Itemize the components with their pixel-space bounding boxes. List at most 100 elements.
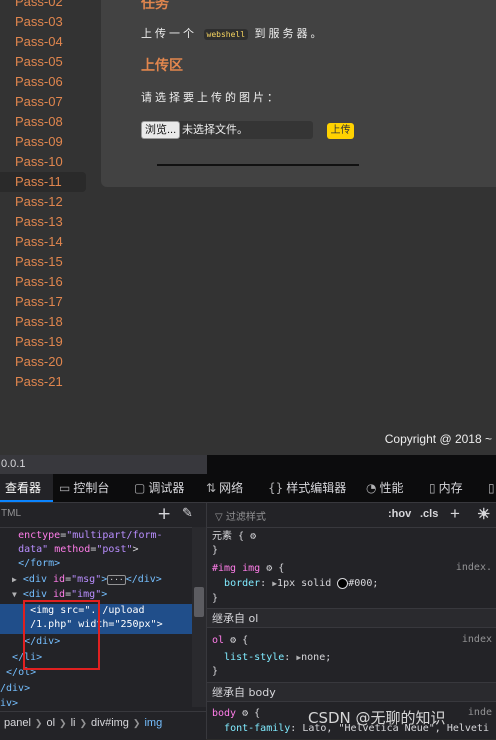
markup-line[interactable]: enctype="multipart/form- <box>0 529 192 543</box>
rules-pane[interactable]: ▽ 过滤样式 :hov .cls + ☀ 元素 { ⚙ } #img img ⚙… <box>207 503 496 739</box>
task-suffix: 到服务器。 <box>254 27 325 40</box>
style-editor-icon: {} <box>268 481 284 495</box>
sidebar-item-pass-04[interactable]: Pass-04 <box>0 32 86 52</box>
rule-selector[interactable]: ol ⚙ { <box>212 634 248 648</box>
sidebar-item-pass-14[interactable]: Pass-14 <box>0 232 86 252</box>
element-rule[interactable]: 元素 { ⚙ <box>212 530 256 544</box>
browse-button[interactable]: 浏览... <box>141 121 181 139</box>
gear-icon: ⚙ <box>266 563 273 574</box>
sidebar-item-pass-05[interactable]: Pass-05 <box>0 52 86 72</box>
tab-style-editor[interactable]: {} 样式编辑器 <box>268 474 346 502</box>
devtools-toolbar: 查看器 ▭ 控制台 ▢ 调试器 ⇅ 网络 {} 样式编辑器 ◔ 性能 ▯ 内存 ▯ <box>0 474 496 503</box>
expand-icon: ▶ <box>12 575 17 584</box>
tab-console[interactable]: ▭ 控制台 <box>59 474 109 502</box>
breadcrumb-item[interactable]: div#img <box>87 712 133 734</box>
task-panel: 任务 上传一个 webshell 到服务器。 上传区 请选择要上传的图片： 浏览… <box>101 0 496 187</box>
file-input[interactable]: 浏览... 未选择文件。 <box>141 121 313 139</box>
scrollbar-thumb[interactable] <box>194 587 204 617</box>
uploaded-image-placeholder <box>157 164 359 166</box>
overflow-icon[interactable]: ▯ <box>488 474 496 502</box>
level-sidebar: Pass-02 Pass-03 Pass-04 Pass-05 Pass-06 Pass-… <box>0 0 86 392</box>
sidebar-item-pass-13[interactable]: Pass-13 <box>0 212 86 232</box>
sidebar-item-pass-12[interactable]: Pass-12 <box>0 192 86 212</box>
tab-network[interactable]: ⇅ 网络 <box>206 474 243 502</box>
sidebar-item-pass-09[interactable]: Pass-09 <box>0 132 86 152</box>
inherited-body-header: 继承自 body <box>207 682 496 702</box>
copyright: Copyright @ 2018 ~ <box>384 432 492 446</box>
sidebar-item-pass-06[interactable]: Pass-06 <box>0 72 86 92</box>
sidebar-item-pass-10[interactable]: Pass-10 <box>0 152 86 172</box>
task-prefix: 上传一个 <box>141 27 197 40</box>
breadcrumb-item[interactable]: ol <box>42 712 59 734</box>
select-prompt: 请选择要上传的图片： <box>141 91 281 104</box>
collapse-icon: ▼ <box>12 590 17 599</box>
upload-button[interactable]: 上传 <box>327 123 354 139</box>
webshell-code: webshell <box>203 28 249 40</box>
breadcrumb-item-selected[interactable]: img <box>140 712 166 734</box>
rule-declaration[interactable]: list-style: ▶none; <box>212 651 331 665</box>
light-theme-icon[interactable]: ☀ <box>477 505 490 523</box>
task-heading: 任务 <box>141 0 169 11</box>
sidebar-item-pass-08[interactable]: Pass-08 <box>0 112 86 132</box>
tab-debugger[interactable]: ▢ 调试器 <box>134 474 184 502</box>
filter-styles-input[interactable]: ▽ 过滤样式 <box>215 508 266 523</box>
sidebar-item-pass-15[interactable]: Pass-15 <box>0 252 86 272</box>
csdn-watermark: CSDN @无聊的知识 <box>308 709 446 727</box>
rule-selector[interactable]: #img img ⚙ { <box>212 562 284 576</box>
tab-label: 调试器 <box>148 481 185 495</box>
tab-label: 性能 <box>379 481 404 495</box>
rule-source-link[interactable]: inde <box>468 707 492 718</box>
ellipsis-icon: ··· <box>107 575 126 585</box>
add-node-icon[interactable]: + <box>157 504 171 524</box>
class-toggle[interactable]: .cls <box>420 508 438 520</box>
tab-label: 网络 <box>219 481 244 495</box>
network-icon: ⇅ <box>206 481 217 495</box>
sidebar-item-pass-17[interactable]: Pass-17 <box>0 292 86 312</box>
tab-label: 查看器 <box>5 481 42 495</box>
gear-icon: ⚙ <box>242 708 249 719</box>
tab-label: 控制台 <box>73 481 110 495</box>
markup-line-msg[interactable]: ▶ <div id="msg"> ··· </div> <box>0 573 192 587</box>
breadcrumb-item[interactable]: li <box>67 712 80 734</box>
rule-selector[interactable]: body ⚙ { <box>212 707 260 721</box>
eyedropper-icon[interactable]: ✎ <box>182 506 193 521</box>
markup-search-input[interactable]: TML <box>1 508 21 519</box>
sidebar-item-pass-20[interactable]: Pass-20 <box>0 352 86 372</box>
rule-source-link[interactable]: index. <box>456 562 492 573</box>
rule-source-link[interactable]: index <box>462 634 492 645</box>
tab-label: 内存 <box>438 481 463 495</box>
breadcrumb-item[interactable]: panel <box>0 712 35 734</box>
tab-performance[interactable]: ◔ 性能 <box>366 474 404 502</box>
sidebar-item-pass-02[interactable]: Pass-02 <box>0 0 86 12</box>
memory-icon: ▯ <box>429 481 436 495</box>
color-swatch[interactable] <box>337 577 349 589</box>
rule-declaration[interactable]: border: ▶1px solid #000; <box>212 577 378 591</box>
add-rule-icon[interactable]: + <box>450 504 460 524</box>
markup-line[interactable]: </form> <box>0 557 192 571</box>
console-icon: ▭ <box>59 481 71 495</box>
markup-search[interactable]: TML + ✎ <box>0 503 206 528</box>
file-status: 未选择文件。 <box>182 124 248 136</box>
web-page: Pass-02 Pass-03 Pass-04 Pass-05 Pass-06 Pass-… <box>0 0 496 455</box>
debugger-icon: ▢ <box>134 481 146 495</box>
upload-heading: 上传区 <box>141 57 183 73</box>
tab-memory[interactable]: ▯ 内存 <box>429 474 463 502</box>
sidebar-item-pass-11[interactable]: Pass-11 <box>0 172 86 192</box>
hover-toggle[interactable]: :hov <box>388 508 411 520</box>
markup-line[interactable]: data" method="post"> <box>0 543 192 557</box>
markup-line[interactable]: /div> <box>0 682 192 696</box>
sidebar-item-pass-19[interactable]: Pass-19 <box>0 332 86 352</box>
task-description: 上传一个 webshell 到服务器。 <box>141 25 325 41</box>
sidebar-item-pass-03[interactable]: Pass-03 <box>0 12 86 32</box>
rules-filter: ▽ 过滤样式 :hov .cls + ☀ <box>207 503 496 528</box>
markup-line[interactable]: iv> <box>0 697 192 711</box>
sidebar-item-pass-16[interactable]: Pass-16 <box>0 272 86 292</box>
sidebar-item-pass-07[interactable]: Pass-07 <box>0 92 86 112</box>
sidebar-item-pass-21[interactable]: Pass-21 <box>0 372 86 392</box>
gear-icon: ⚙ <box>230 635 237 646</box>
sidebar-item-pass-18[interactable]: Pass-18 <box>0 312 86 332</box>
filter-icon: ▽ <box>215 512 223 523</box>
highlight-annotation-box <box>23 600 100 670</box>
markup-scrollbar[interactable] <box>192 527 206 707</box>
tab-inspector[interactable]: 查看器 <box>0 474 53 502</box>
